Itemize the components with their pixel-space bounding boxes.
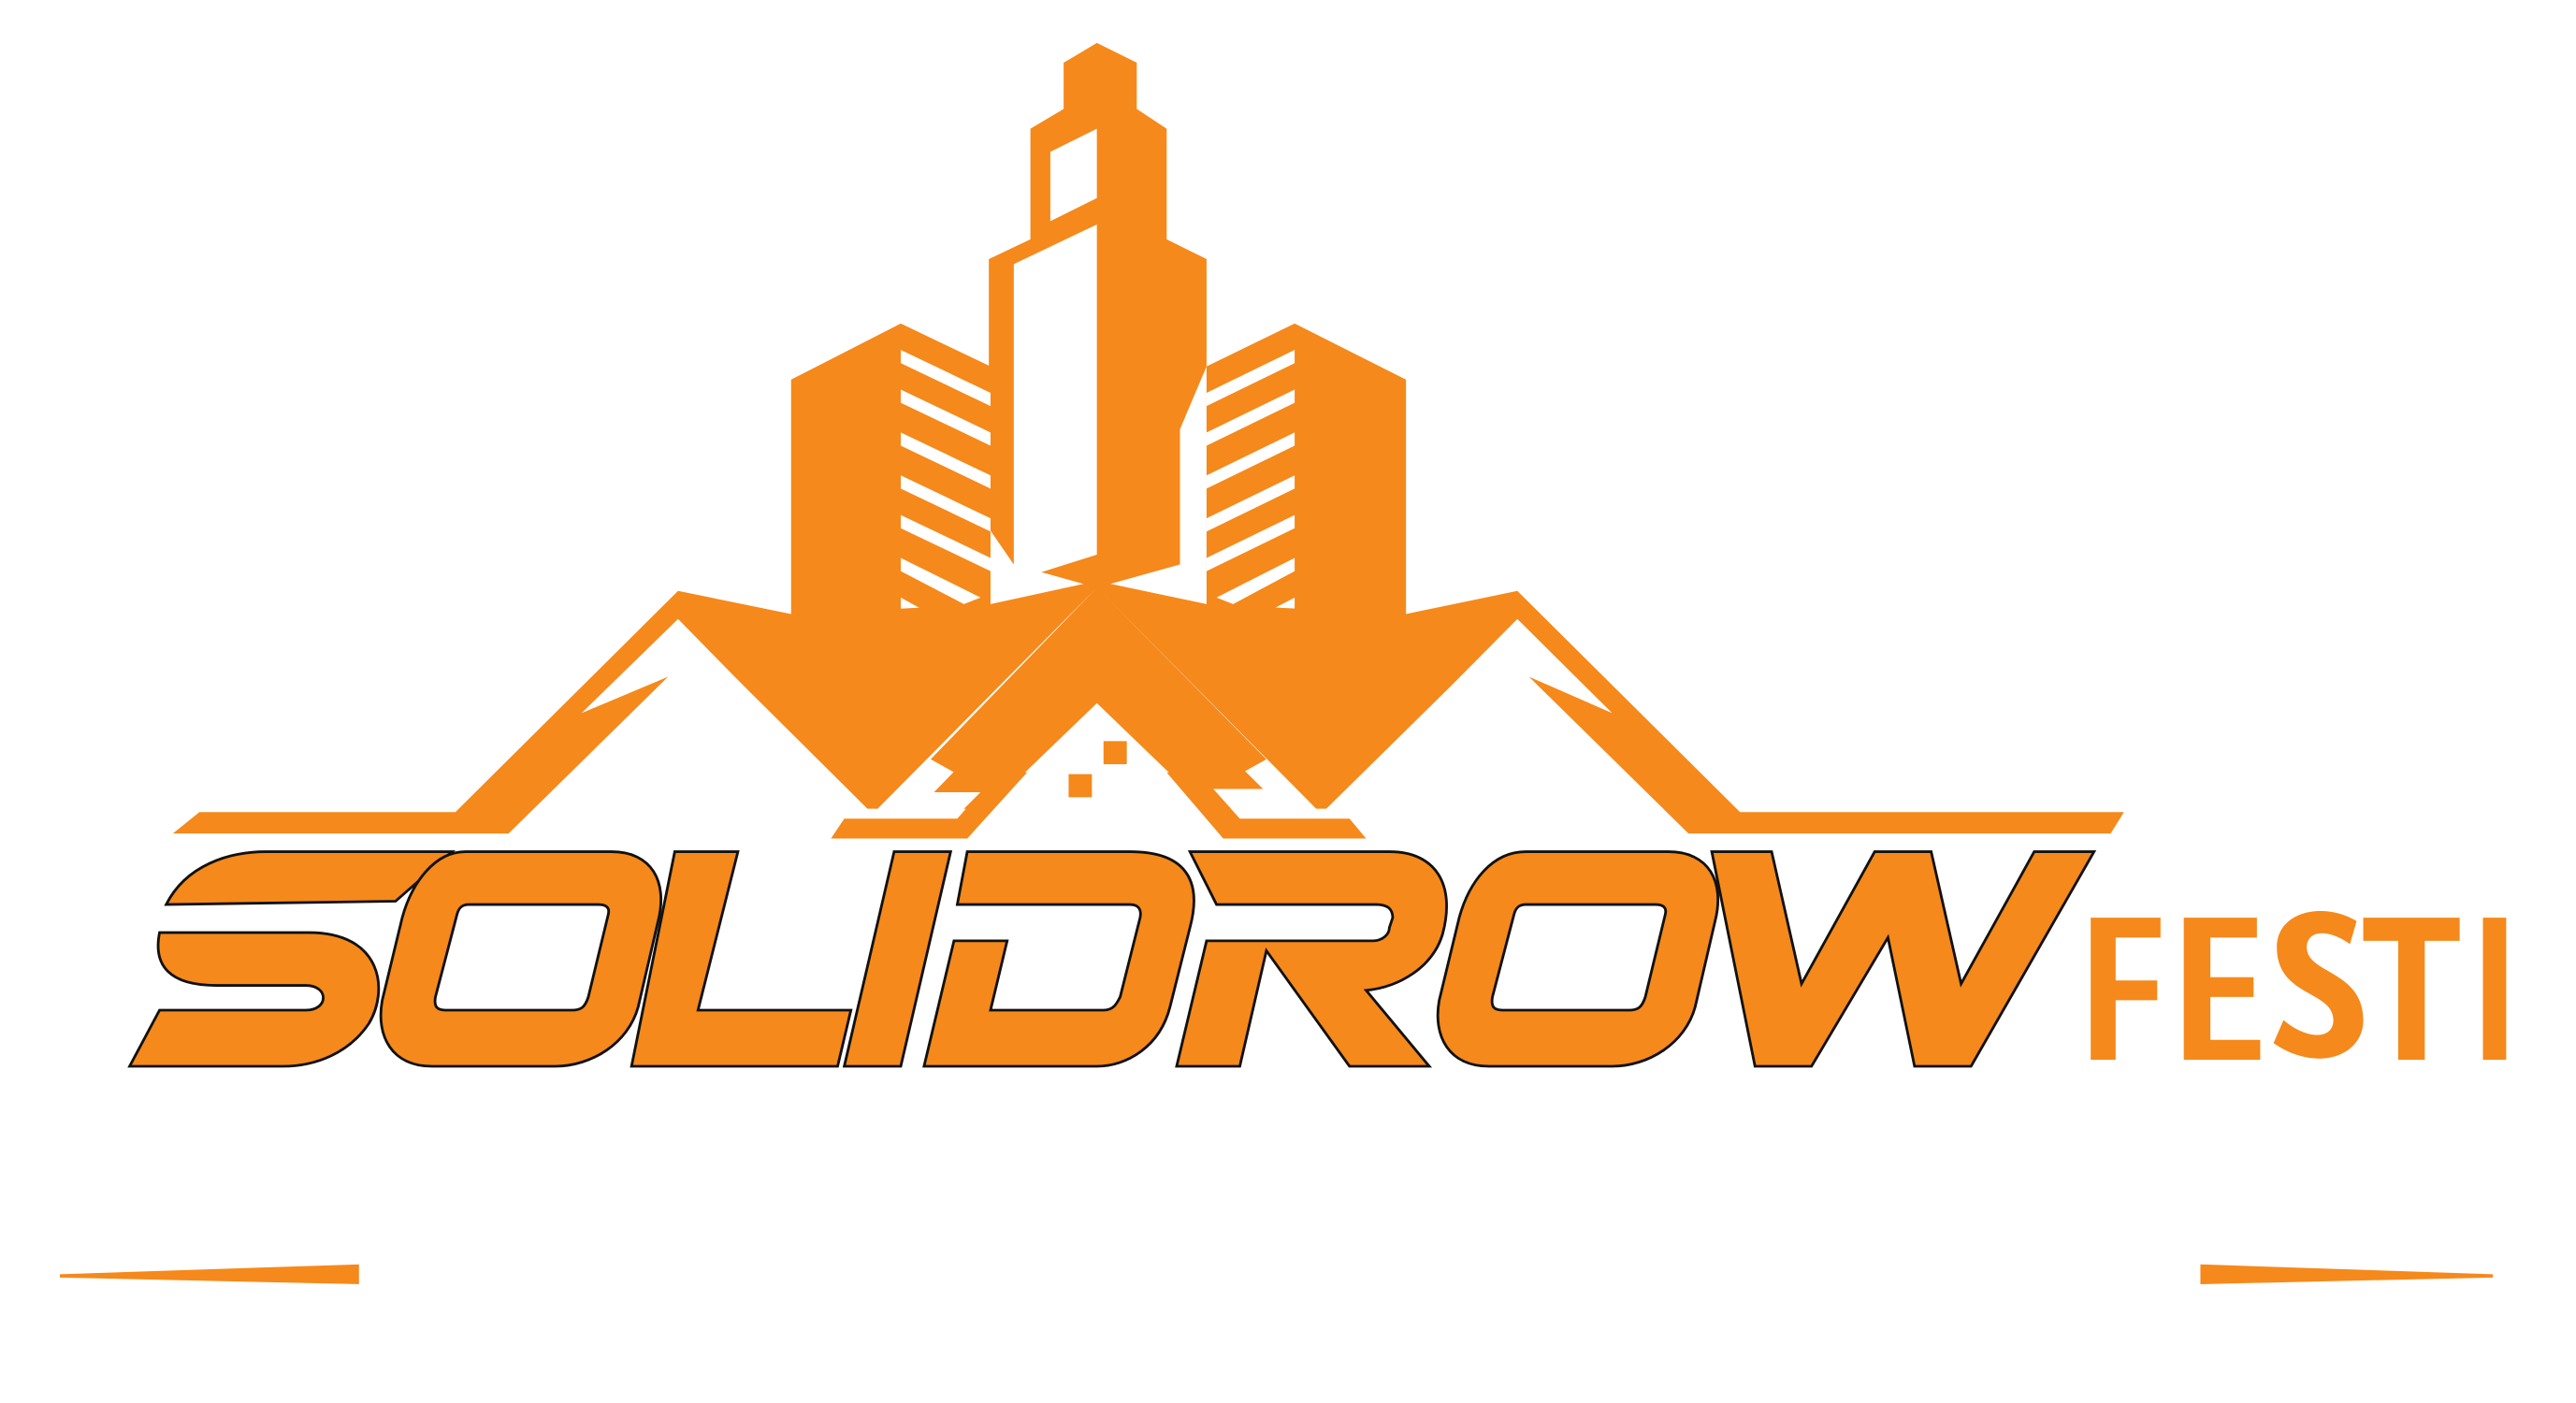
letter-r — [1175, 850, 1448, 1068]
wordmark — [127, 850, 2097, 1068]
festi-suffix — [2091, 910, 2507, 1060]
letter-l — [630, 850, 853, 1068]
house-rooftops-icon — [172, 581, 2124, 839]
letter-o — [379, 850, 663, 1068]
left-accent-line — [59, 1264, 359, 1284]
letter-o-2 — [1436, 850, 1720, 1068]
city-skyline-icon — [790, 42, 1407, 641]
letter-i-small — [2482, 918, 2507, 1060]
letter-d — [922, 850, 1195, 1068]
letter-w — [1710, 850, 2097, 1068]
letter-f — [2091, 918, 2161, 1060]
logo-canvas — [0, 0, 2576, 1403]
logo-svg — [59, 42, 2507, 1284]
letter-e — [2183, 918, 2261, 1060]
accent-lines — [59, 1264, 2494, 1284]
letter-t — [2363, 918, 2460, 1060]
right-accent-line — [2200, 1264, 2494, 1284]
letter-s-small — [2273, 910, 2364, 1059]
